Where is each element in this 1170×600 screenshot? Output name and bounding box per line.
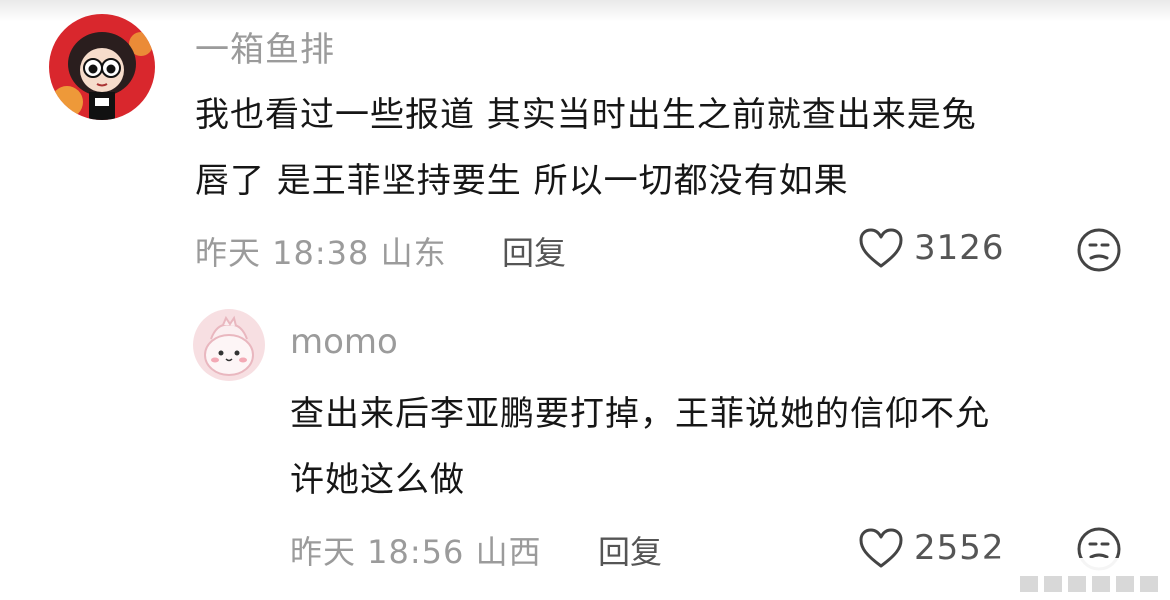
watermark-overlay (964, 558, 1164, 598)
avatar[interactable] (193, 309, 265, 381)
comment-text-line: 我也看过一些报道 其实当时出生之前就查出来是兔 (195, 95, 977, 135)
comment-meta: 昨天 18:56 山西 (290, 527, 542, 573)
location: 山西 (475, 533, 542, 571)
comment-text: 查出来后李亚鹏要打掉，王菲说她的信仰不允 许她这么做 (290, 381, 990, 513)
comment-text-line: 唇了 是王菲坚持要生 所以一切都没有如果 (195, 161, 849, 201)
timestamp: 昨天 18:38 (195, 234, 370, 272)
comment-meta: 昨天 18:38 山东 (195, 228, 447, 274)
like-count: 3126 (914, 228, 1005, 268)
heart-outline-icon[interactable] (858, 227, 904, 273)
comment-text-line: 许她这么做 (290, 460, 465, 500)
heart-outline-icon[interactable] (858, 527, 904, 573)
username[interactable]: momo (290, 322, 398, 362)
username[interactable]: 一箱鱼排 (195, 22, 335, 71)
frown-face-icon[interactable] (1076, 227, 1122, 277)
reply-button[interactable]: 回复 (598, 527, 662, 573)
reply-button[interactable]: 回复 (502, 228, 566, 274)
timestamp: 昨天 18:56 (290, 533, 465, 571)
top-shadow (0, 0, 1170, 22)
location: 山东 (380, 234, 447, 272)
avatar[interactable] (49, 14, 155, 120)
comment-text-line: 查出来后李亚鹏要打掉，王菲说她的信仰不允 (290, 394, 990, 434)
comment-text: 我也看过一些报道 其实当时出生之前就查出来是兔 唇了 是王菲坚持要生 所以一切都… (195, 82, 977, 214)
